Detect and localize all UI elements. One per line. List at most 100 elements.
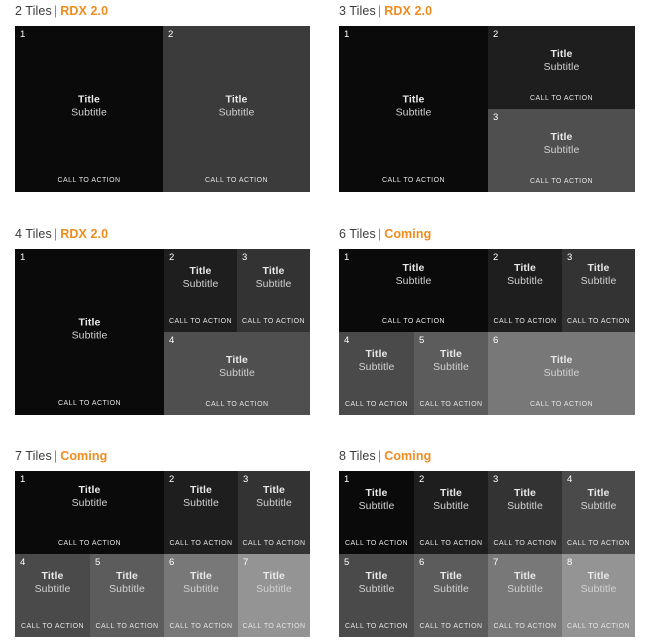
tile[interactable]: 2 Title Subtitle CALL TO ACTION [414, 471, 488, 554]
tile-title: Title [440, 570, 462, 582]
tile-subtitle: Subtitle [182, 278, 219, 290]
tile[interactable]: 7 Title Subtitle CALL TO ACTION [238, 554, 310, 637]
tile-panel-four-tiles: 1 Title Subtitle CALL TO ACTION 2 Title … [15, 249, 310, 415]
tile-title: Title [587, 262, 610, 274]
tile-number: 1 [344, 29, 350, 40]
tile[interactable]: 4 Title Subtitle CALL TO ACTION [562, 471, 635, 554]
tile-cta[interactable]: CALL TO ACTION [164, 622, 238, 631]
tile-subtitle: Subtitle [255, 278, 292, 290]
tile[interactable]: 7 Title Subtitle CALL TO ACTION [488, 554, 562, 637]
tile-cta[interactable]: CALL TO ACTION [164, 539, 238, 548]
tile[interactable]: 2 Title Subtitle CALL TO ACTION [164, 249, 237, 332]
tile-cta[interactable]: CALL TO ACTION [90, 622, 164, 631]
tile[interactable]: 3 Title Subtitle CALL TO ACTION [488, 109, 635, 192]
tile-cta[interactable]: CALL TO ACTION [488, 177, 635, 186]
tile[interactable]: 5 Title Subtitle CALL TO ACTION [339, 554, 414, 637]
tile[interactable]: 2 Title Subtitle CALL TO ACTION [164, 471, 238, 554]
tile-panel-three-tiles: 1 Title Subtitle CALL TO ACTION 2 Title … [339, 26, 635, 192]
section-separator: | [377, 227, 382, 241]
tile-text-block: Title Subtitle [163, 93, 310, 119]
tile[interactable]: 5 Title Subtitle CALL TO ACTION [414, 332, 488, 415]
tile-subtitle: Subtitle [580, 275, 617, 287]
tile-text-block: Title Subtitle [164, 354, 310, 380]
tile-cta[interactable]: CALL TO ACTION [164, 317, 237, 326]
tile[interactable]: 4 Title Subtitle CALL TO ACTION [164, 332, 310, 415]
tile-cta[interactable]: CALL TO ACTION [15, 399, 164, 408]
tile-title: Title [514, 487, 536, 499]
tile-number: 6 [419, 557, 425, 568]
section-status-label: Coming [384, 227, 432, 241]
tile[interactable]: 3 Title Subtitle CALL TO ACTION [237, 249, 310, 332]
tile-number: 5 [344, 557, 350, 568]
tile[interactable]: 6 Title Subtitle CALL TO ACTION [414, 554, 488, 637]
tile[interactable]: 1 Title Subtitle CALL TO ACTION [15, 471, 164, 554]
tile[interactable]: 2 Title Subtitle CALL TO ACTION [488, 26, 635, 109]
tile-subtitle: Subtitle [433, 361, 469, 373]
tile-panel-six-tiles: 1 Title Subtitle CALL TO ACTION 2 Title … [339, 249, 635, 415]
tile-cta[interactable]: CALL TO ACTION [238, 622, 310, 631]
tile[interactable]: 3 Title Subtitle CALL TO ACTION [238, 471, 310, 554]
tile-cta[interactable]: CALL TO ACTION [414, 622, 488, 631]
tile-text-block: Title Subtitle [15, 316, 164, 342]
tile-subtitle: Subtitle [109, 583, 145, 595]
tile-cta[interactable]: CALL TO ACTION [562, 317, 635, 326]
tile-text-block: Title Subtitle [90, 570, 164, 596]
tile[interactable]: 5 Title Subtitle CALL TO ACTION [90, 554, 164, 637]
tile[interactable]: 2 Title Subtitle CALL TO ACTION [163, 26, 310, 192]
tile-cta[interactable]: CALL TO ACTION [562, 622, 635, 631]
tile-cta[interactable]: CALL TO ACTION [163, 176, 310, 185]
tile-cta[interactable]: CALL TO ACTION [488, 622, 562, 631]
tile-number: 5 [95, 557, 101, 568]
tile-number: 4 [567, 474, 573, 485]
tile-title: Title [225, 93, 248, 106]
tile-cta[interactable]: CALL TO ACTION [339, 317, 488, 326]
tile-title: Title [587, 570, 610, 582]
tile-subtitle: Subtitle [219, 367, 255, 379]
tile[interactable]: 6 Title Subtitle CALL TO ACTION [164, 554, 238, 637]
tile[interactable]: 1 Title Subtitle CALL TO ACTION [339, 249, 488, 332]
tile-title: Title [550, 354, 573, 366]
tile-cta[interactable]: CALL TO ACTION [238, 539, 310, 548]
tile-number: 4 [20, 557, 26, 568]
tile-text-block: Title Subtitle [488, 354, 635, 380]
tile[interactable]: 1 Title Subtitle CALL TO ACTION [15, 26, 163, 192]
tile[interactable]: 6 Title Subtitle CALL TO ACTION [488, 332, 635, 415]
tile[interactable]: 1 Title Subtitle CALL TO ACTION [15, 249, 164, 415]
tile[interactable]: 1 Title Subtitle CALL TO ACTION [339, 26, 488, 192]
tile[interactable]: 3 Title Subtitle CALL TO ACTION [562, 249, 635, 332]
tile-subtitle: Subtitle [543, 61, 580, 73]
tile[interactable]: 4 Title Subtitle CALL TO ACTION [15, 554, 90, 637]
tile-cta[interactable]: CALL TO ACTION [488, 94, 635, 103]
tile-number: 1 [20, 252, 26, 263]
tile-cta[interactable]: CALL TO ACTION [339, 176, 488, 185]
tile-cta[interactable]: CALL TO ACTION [488, 400, 635, 409]
tile[interactable]: 2 Title Subtitle CALL TO ACTION [488, 249, 562, 332]
tile-cta[interactable]: CALL TO ACTION [237, 317, 310, 326]
tile[interactable]: 4 Title Subtitle CALL TO ACTION [339, 332, 414, 415]
tile-cta[interactable]: CALL TO ACTION [488, 539, 562, 548]
tile-cta[interactable]: CALL TO ACTION [339, 400, 414, 409]
section-count-label: 3 Tiles [339, 4, 376, 18]
tile[interactable]: 8 Title Subtitle CALL TO ACTION [562, 554, 635, 637]
tile-subtitle: Subtitle [507, 500, 543, 512]
tile-number: 7 [243, 557, 249, 568]
tile-cta[interactable]: CALL TO ACTION [339, 622, 414, 631]
tile-cta[interactable]: CALL TO ACTION [164, 400, 310, 409]
tile-panel-seven-tiles: 1 Title Subtitle CALL TO ACTION 2 Title … [15, 471, 310, 637]
tile-text-block: Title Subtitle [562, 570, 635, 596]
tile[interactable]: 3 Title Subtitle CALL TO ACTION [488, 471, 562, 554]
tile-title: Title [365, 348, 388, 360]
tile-cta[interactable]: CALL TO ACTION [414, 400, 488, 409]
tile-cta[interactable]: CALL TO ACTION [414, 539, 488, 548]
tile-cta[interactable]: CALL TO ACTION [488, 317, 562, 326]
tile-cta[interactable]: CALL TO ACTION [15, 176, 163, 185]
tile-text-block: Title Subtitle [562, 487, 635, 513]
tile[interactable]: 1 Title Subtitle CALL TO ACTION [339, 471, 414, 554]
tile-number: 6 [493, 335, 499, 346]
section-separator: | [53, 449, 58, 463]
tile-subtitle: Subtitle [256, 497, 292, 509]
tile-cta[interactable]: CALL TO ACTION [339, 539, 414, 548]
tile-cta[interactable]: CALL TO ACTION [562, 539, 635, 548]
tile-cta[interactable]: CALL TO ACTION [15, 622, 90, 631]
tile-cta[interactable]: CALL TO ACTION [15, 539, 164, 548]
